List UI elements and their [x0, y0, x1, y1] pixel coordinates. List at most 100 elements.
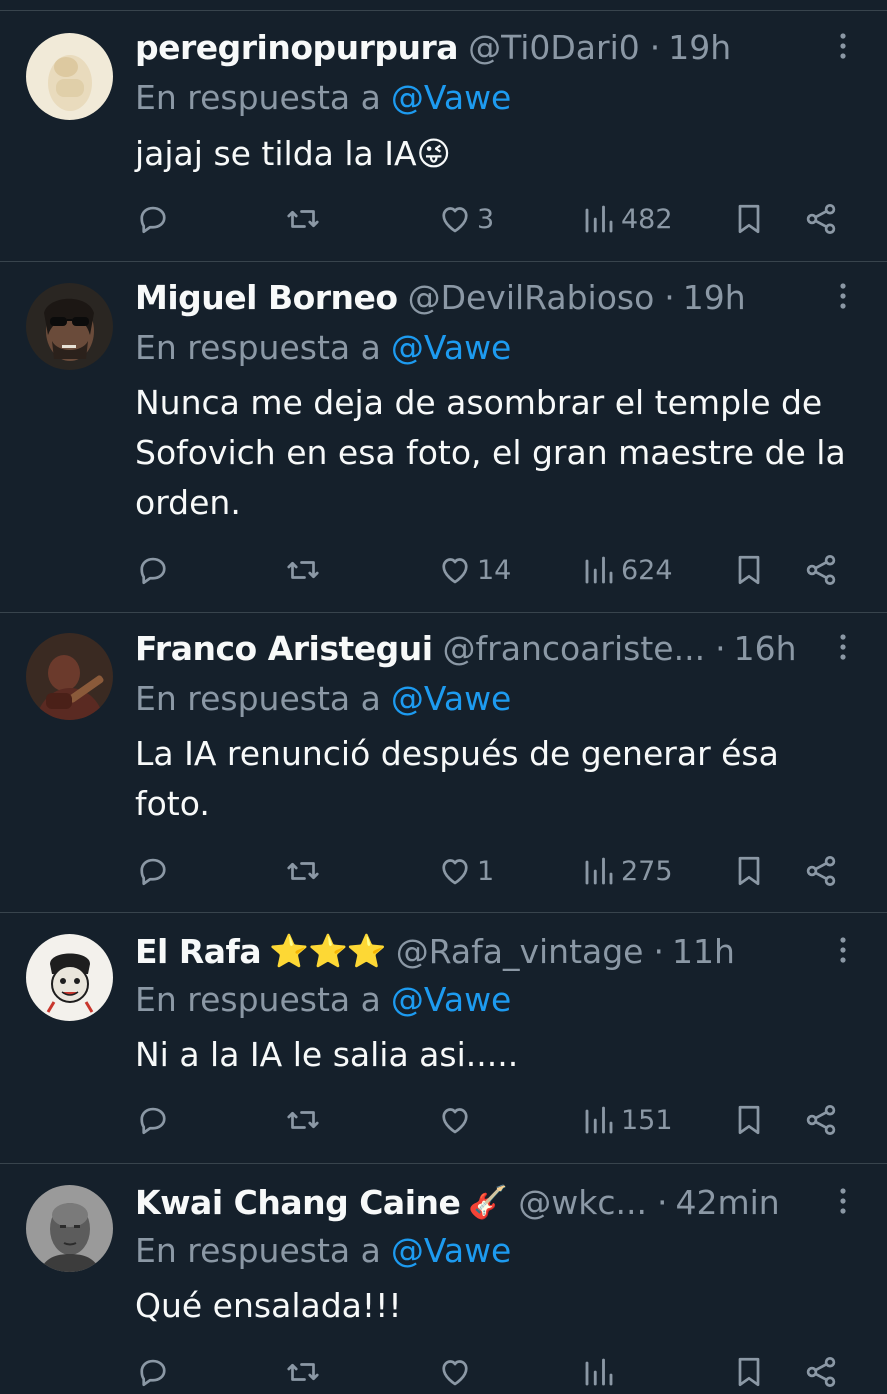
like-button[interactable]: [437, 1098, 477, 1142]
avatar[interactable]: [26, 633, 113, 720]
tweet-item[interactable]: Franco Aristegui @francoariste... · 16h …: [0, 613, 887, 913]
more-options-button[interactable]: [829, 930, 857, 970]
guitar-emoji: 🎸: [468, 1183, 509, 1221]
reply-button[interactable]: [135, 1098, 175, 1142]
share-button[interactable]: [803, 849, 839, 893]
reply-button[interactable]: [135, 1350, 171, 1394]
views-button[interactable]: [581, 1350, 617, 1394]
avatar[interactable]: [26, 283, 113, 370]
bookmark-button[interactable]: [731, 849, 767, 893]
bookmark-button[interactable]: [731, 1350, 767, 1394]
avatar-photo-icon: [26, 633, 113, 720]
mention-link[interactable]: @Vawe: [391, 328, 512, 367]
retweet-button[interactable]: [285, 1350, 321, 1394]
bookmark-icon: [738, 204, 760, 234]
avatar[interactable]: [26, 33, 113, 120]
views-button[interactable]: 275: [581, 849, 673, 893]
author-name[interactable]: peregrinopurpura: [135, 28, 459, 67]
share-icon: [806, 1105, 836, 1135]
reply-context: En respuesta a @Vawe: [135, 1229, 511, 1271]
more-vertical-icon: [840, 283, 846, 309]
heart-icon: [442, 1360, 468, 1386]
more-options-button[interactable]: [829, 276, 857, 316]
reply-prefix: En respuesta a: [135, 979, 381, 1019]
author-handle[interactable]: @Ti0Dari0: [468, 28, 640, 67]
tweet-text: Qué ensalada!!!: [135, 1286, 402, 1325]
reply-button[interactable]: [135, 197, 175, 241]
retweet-button[interactable]: [285, 1098, 325, 1142]
more-options-button[interactable]: [829, 1181, 857, 1221]
retweet-button[interactable]: [285, 197, 325, 241]
views-button[interactable]: 482: [581, 197, 673, 241]
author-name[interactable]: Miguel Borneo: [135, 278, 398, 317]
avatar[interactable]: [26, 934, 113, 1021]
reply-button[interactable]: [135, 548, 175, 592]
reply-button[interactable]: [135, 849, 175, 893]
tweet-item[interactable]: peregrinopurpura @Ti0Dari0 · 19h En resp…: [0, 11, 887, 262]
retweet-icon: [287, 210, 319, 228]
views-count: 624: [621, 554, 673, 586]
views-chart-icon: [585, 1358, 613, 1386]
author-handle[interactable]: @Rafa_vintage: [396, 932, 644, 971]
bookmark-button[interactable]: [731, 548, 767, 592]
share-button[interactable]: [803, 1098, 839, 1142]
retweet-button[interactable]: [285, 548, 325, 592]
share-button[interactable]: [803, 1350, 839, 1394]
like-button[interactable]: 1: [437, 849, 494, 893]
more-vertical-icon: [840, 1188, 846, 1214]
avatar-photo-icon: [26, 1185, 113, 1272]
retweet-button[interactable]: [285, 849, 325, 893]
author-handle[interactable]: @wkc...: [518, 1183, 647, 1222]
author-handle[interactable]: @DevilRabioso: [408, 278, 655, 317]
more-options-button[interactable]: [829, 26, 857, 66]
share-button[interactable]: [803, 548, 839, 592]
bookmark-button[interactable]: [731, 1098, 767, 1142]
share-icon: [806, 555, 836, 585]
views-chart-icon: [585, 205, 613, 233]
like-button[interactable]: 14: [437, 548, 511, 592]
timestamp[interactable]: 11h: [672, 932, 735, 971]
tweet-text: jajaj se tilda la IA😜: [135, 134, 451, 173]
tweet-text: Ni a la IA le salia asi.....: [135, 1035, 519, 1074]
retweet-icon: [287, 561, 319, 579]
stars-emoji: ⭐⭐⭐: [269, 932, 387, 970]
avatar-photo-icon: [26, 33, 113, 120]
reply-prefix: En respuesta a: [135, 77, 381, 117]
like-button[interactable]: [437, 1350, 473, 1394]
bookmark-icon: [738, 555, 760, 585]
reply-icon: [140, 206, 166, 234]
timestamp[interactable]: 19h: [668, 28, 731, 67]
timestamp[interactable]: 19h: [683, 278, 746, 317]
tweet-text: La IA renunció después de generar ésa fo…: [135, 734, 779, 823]
tweet-item[interactable]: Kwai Chang Caine 🎸 @wkc... · 42min En re…: [0, 1164, 887, 1387]
tweet-item[interactable]: Miguel Borneo @DevilRabioso · 19h En res…: [0, 262, 887, 613]
like-button[interactable]: 3: [437, 197, 494, 241]
author-handle[interactable]: @francoariste...: [443, 629, 706, 668]
mention-link[interactable]: @Vawe: [391, 679, 512, 718]
bookmark-button[interactable]: [731, 197, 767, 241]
tweet-item[interactable]: El Rafa ⭐⭐⭐ @Rafa_vintage · 11h En respu…: [0, 913, 887, 1164]
share-button[interactable]: [803, 197, 839, 241]
timestamp[interactable]: 42min: [675, 1183, 779, 1222]
avatar[interactable]: [26, 1185, 113, 1272]
heart-icon: [442, 859, 468, 885]
action-bar: 14 624: [135, 548, 847, 592]
views-button[interactable]: 151: [581, 1098, 673, 1142]
tweet-header: El Rafa ⭐⭐⭐ @Rafa_vintage · 11h: [135, 930, 817, 972]
separator-dot: ·: [656, 1182, 668, 1222]
views-button[interactable]: 624: [581, 548, 673, 592]
author-name[interactable]: Kwai Chang Caine: [135, 1183, 461, 1222]
timestamp[interactable]: 16h: [734, 629, 797, 668]
action-bar: 3 482: [135, 197, 847, 241]
tweet-header: Miguel Borneo @DevilRabioso · 19h: [135, 276, 817, 318]
more-options-button[interactable]: [829, 627, 857, 667]
mention-link[interactable]: @Vawe: [391, 1231, 512, 1270]
mention-link[interactable]: @Vawe: [391, 78, 512, 117]
avatar-illustration-icon: [26, 934, 113, 1021]
like-count: 1: [477, 855, 495, 887]
action-bar: 1 275: [135, 849, 847, 893]
mention-link[interactable]: @Vawe: [391, 980, 512, 1019]
reply-prefix: En respuesta a: [135, 327, 381, 367]
author-name[interactable]: Franco Aristegui: [135, 629, 433, 668]
author-name[interactable]: El Rafa: [135, 932, 262, 971]
